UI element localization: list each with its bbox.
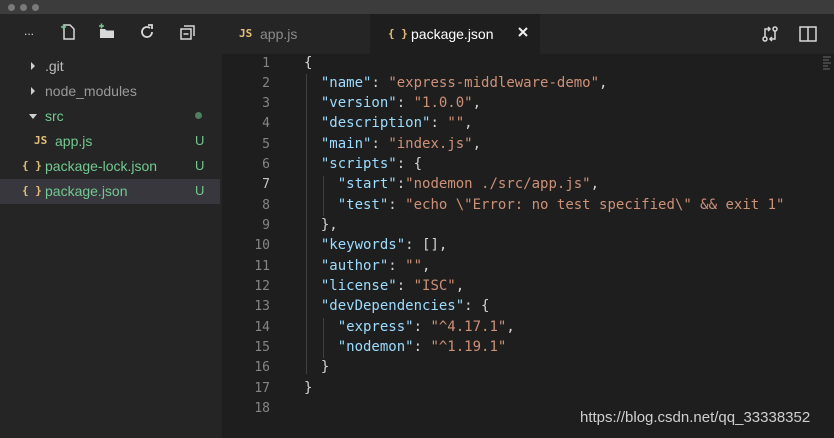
code-line[interactable]: } [304,359,329,375]
window-zoom-dot[interactable] [32,4,39,11]
tree-item-package-json[interactable]: { } package.json U [0,179,220,204]
split-editor-icon[interactable] [798,24,818,49]
editor-window: ... .git node_modules src JS app.js U {… [0,0,834,438]
line-number: 15 [254,340,270,355]
editor-actions [754,22,824,46]
window-close-dot[interactable] [8,4,15,11]
tab-app-js[interactable]: JS app.js [222,14,370,54]
code-line[interactable]: }, [304,217,338,233]
tree-item-label: src [45,108,64,124]
line-number: 3 [262,96,270,111]
editor-tab-bar: JS app.js { } package.json [222,14,834,54]
line-number: 16 [254,360,270,375]
refresh-icon[interactable] [137,22,163,48]
compare-changes-icon[interactable] [760,24,780,49]
tree-item-label: .git [45,58,64,74]
tab-label: package.json [411,26,494,42]
code-line[interactable]: "start":"nodemon ./src/app.js", [304,176,599,192]
more-actions-icon[interactable]: ... [24,24,50,50]
line-number: 5 [262,137,270,152]
tree-item-label: app.js [55,133,93,149]
title-bar [0,0,834,14]
new-folder-icon[interactable] [97,22,123,48]
code-line[interactable]: "author": "", [304,258,431,274]
code-line[interactable]: "version": "1.0.0", [304,95,481,111]
line-number: 6 [262,157,270,172]
line-number: 14 [254,320,270,335]
watermark-text: https://blog.csdn.net/qq_33338352 [580,409,811,426]
line-number: 17 [254,381,270,396]
code-line[interactable]: "name": "express-middleware-demo", [304,75,608,91]
close-icon[interactable] [515,24,531,40]
tree-item-src[interactable]: src [0,104,220,129]
tree-item-label: package.json [45,183,128,199]
json-file-icon: { } [22,159,42,172]
json-file-icon: { } [22,184,42,197]
explorer-sidebar: ... .git node_modules src JS app.js U {… [0,14,220,438]
chevron-right-icon [28,84,38,98]
code-line[interactable]: "nodemon": "^1.19.1" [304,339,507,355]
line-number: 18 [254,401,270,416]
tree-item-label: node_modules [45,83,137,99]
code-line[interactable]: "keywords": [], [304,237,447,253]
tree-item-label: package-lock.json [45,158,158,174]
tree-item-git[interactable]: .git [0,54,220,79]
line-number: 13 [254,299,270,314]
line-number-active: 7 [262,177,270,192]
json-file-icon: { } [388,27,408,40]
code-line[interactable]: "express": "^4.17.1", [304,319,515,335]
line-number: 11 [254,259,270,274]
untracked-badge: U [195,158,205,173]
code-line[interactable]: "main": "index.js", [304,136,481,152]
js-file-icon: JS [34,134,48,147]
code-editor[interactable]: 1 2 3 4 5 6 7 8 9 10 11 12 13 14 15 16 1… [222,54,834,438]
code-line[interactable]: "devDependencies": { [304,298,490,314]
explorer-toolbar: ... [0,22,220,48]
modified-dot-icon [195,112,202,119]
tab-label: app.js [260,26,298,42]
window-minimize-dot[interactable] [20,4,27,11]
tab-package-json[interactable]: { } package.json [370,14,540,54]
line-number: 4 [262,116,270,131]
chevron-down-icon [27,109,37,123]
line-number: 1 [262,56,270,71]
code-line[interactable]: { [304,55,312,71]
code-line[interactable]: "license": "ISC", [304,278,464,294]
line-number: 2 [262,76,270,91]
chevron-right-icon [28,59,38,73]
code-line[interactable]: "test": "echo \"Error: no test specified… [304,197,785,213]
line-number: 9 [262,218,270,233]
line-number: 10 [254,238,270,253]
tree-item-node-modules[interactable]: node_modules [0,79,220,104]
code-line[interactable]: "description": "", [304,115,473,131]
untracked-badge: U [195,133,205,148]
new-file-icon[interactable] [58,22,84,48]
code-line[interactable]: } [304,380,312,396]
js-file-icon: JS [239,27,253,40]
code-line[interactable]: "scripts": { [304,156,422,172]
tree-item-app-js[interactable]: JS app.js U [0,129,220,154]
line-number: 8 [262,198,270,213]
untracked-badge: U [195,183,205,198]
tree-item-package-lock[interactable]: { } package-lock.json U [0,154,220,179]
collapse-all-icon[interactable] [178,22,204,48]
minimap-slider[interactable] [820,54,834,76]
line-number: 12 [254,279,270,294]
